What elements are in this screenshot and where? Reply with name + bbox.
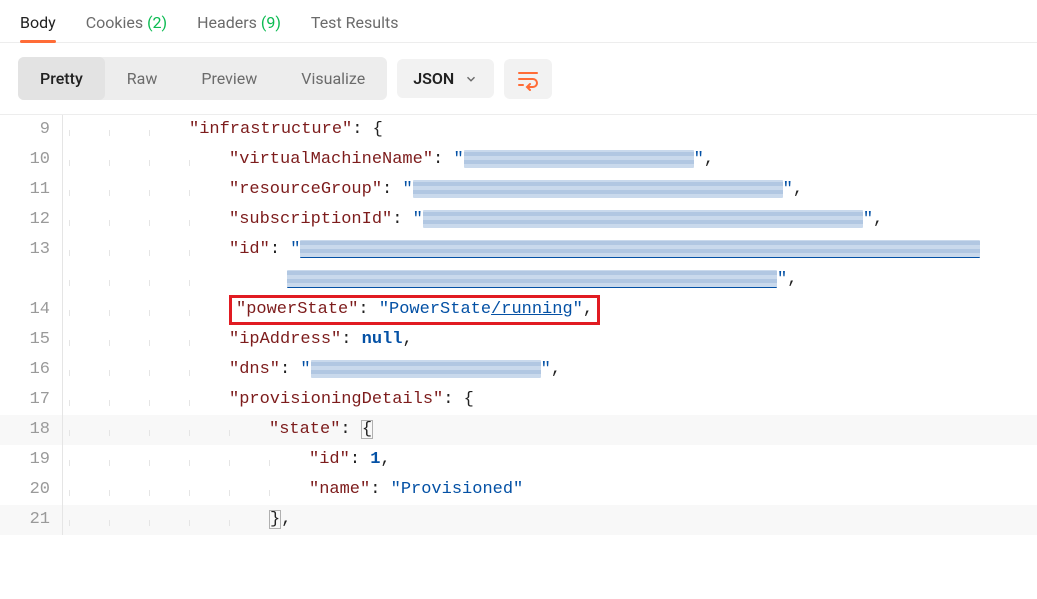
view-raw-button[interactable]: Raw (105, 57, 180, 100)
tab-headers[interactable]: Headers (9) (197, 5, 281, 42)
code-line: 21 }, (0, 505, 1037, 535)
code-line: 19 "id": 1, (0, 445, 1037, 475)
view-toolbar: Pretty Raw Preview Visualize JSON (0, 43, 1037, 114)
line-number: 17 (0, 385, 62, 415)
content-type-dropdown[interactable]: JSON (397, 59, 494, 98)
line-number: 18 (0, 415, 62, 445)
line-number: 12 (0, 205, 62, 235)
line-number: 10 (0, 145, 62, 175)
code-line-highlighted: 14 "powerState": "PowerState/running", (0, 295, 1037, 325)
line-number: 9 (0, 115, 62, 145)
view-pretty-button[interactable]: Pretty (18, 57, 105, 100)
code-line-wrap: ", (0, 265, 1037, 295)
line-number: 16 (0, 355, 62, 385)
code-line: 12 "subscriptionId": "", (0, 205, 1037, 235)
code-line: 16 "dns": "", (0, 355, 1037, 385)
line-number: 11 (0, 175, 62, 205)
view-mode-group: Pretty Raw Preview Visualize (18, 57, 387, 100)
code-line: 9 "infrastructure": { (0, 115, 1037, 145)
tab-headers-label: Headers (197, 13, 257, 32)
wrap-lines-button[interactable] (504, 59, 552, 99)
view-visualize-button[interactable]: Visualize (279, 57, 387, 100)
tab-test-results[interactable]: Test Results (311, 5, 399, 42)
line-number: 21 (0, 505, 62, 535)
response-tabs: Body Cookies (2) Headers (9) Test Result… (0, 0, 1037, 43)
highlight-box: "powerState": "PowerState/running", (229, 295, 600, 325)
response-body[interactable]: 9 "infrastructure": { 10 "virtualMachine… (0, 114, 1037, 535)
tab-headers-count: (9) (261, 13, 281, 32)
code-line: 18 "state": { (0, 415, 1037, 445)
line-number: 20 (0, 475, 62, 505)
code-line: 11 "resourceGroup": "", (0, 175, 1037, 205)
tab-cookies-count: (2) (147, 13, 167, 32)
code-line: 10 "virtualMachineName": "", (0, 145, 1037, 175)
line-number: 15 (0, 325, 62, 355)
code-line: 20 "name": "Provisioned" (0, 475, 1037, 505)
tab-cookies[interactable]: Cookies (2) (86, 5, 167, 42)
code-line: 17 "provisioningDetails": { (0, 385, 1037, 415)
code-line: 13 "id": " (0, 235, 1037, 265)
wrap-icon (516, 67, 540, 91)
chevron-down-icon (464, 72, 478, 86)
line-number: 19 (0, 445, 62, 475)
tab-cookies-label: Cookies (86, 13, 143, 32)
line-number: 14 (0, 295, 62, 325)
tab-body[interactable]: Body (20, 5, 56, 42)
code-line: 15 "ipAddress": null, (0, 325, 1037, 355)
content-type-label: JSON (413, 69, 454, 88)
view-preview-button[interactable]: Preview (179, 57, 279, 100)
line-number: 13 (0, 235, 62, 265)
